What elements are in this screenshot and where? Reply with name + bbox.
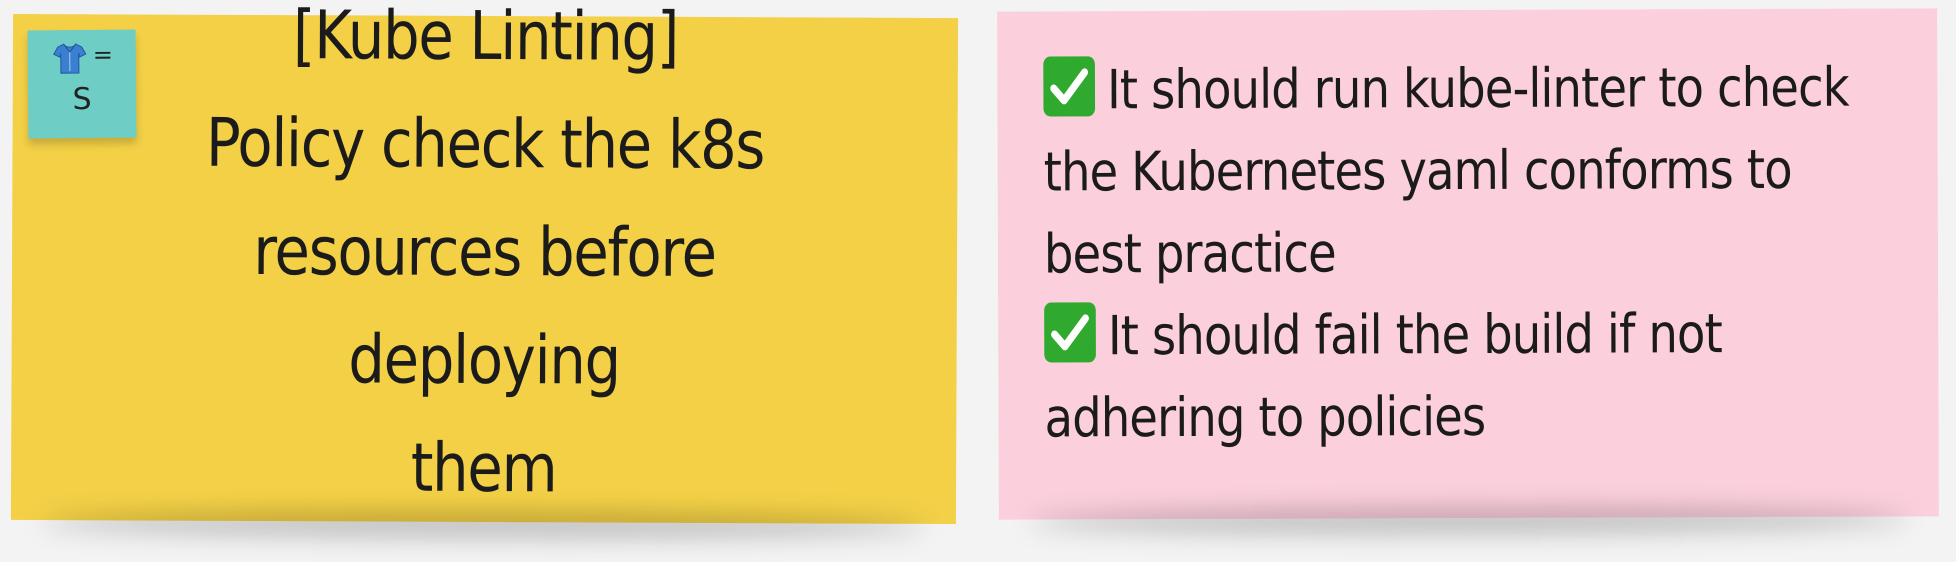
story-sticky-note[interactable]: [Kube Linting] Policy check the k8s reso… (10, 0, 959, 525)
size-equals-sign: = (92, 40, 113, 69)
check-mark-icon (1043, 56, 1096, 117)
shirt-icon (53, 43, 87, 74)
criteria-text: It should fail the build if not adhering… (1044, 302, 1722, 450)
size-value: S (72, 81, 92, 118)
criteria-item: It should run kube-linter to check the K… (1043, 47, 1896, 296)
criteria-sticky-note[interactable]: It should run kube-linter to check the K… (997, 8, 1939, 520)
check-mark-icon (1044, 302, 1096, 363)
size-tag[interactable]: = S (27, 29, 137, 139)
criteria-item: It should fail the build if not adhering… (1044, 293, 1897, 460)
criteria-text: It should run kube-linter to check the K… (1043, 55, 1849, 286)
criteria-list: It should run kube-linter to check the K… (1043, 47, 1896, 460)
story-title: [Kube Linting] Policy check the k8s reso… (205, 0, 765, 508)
